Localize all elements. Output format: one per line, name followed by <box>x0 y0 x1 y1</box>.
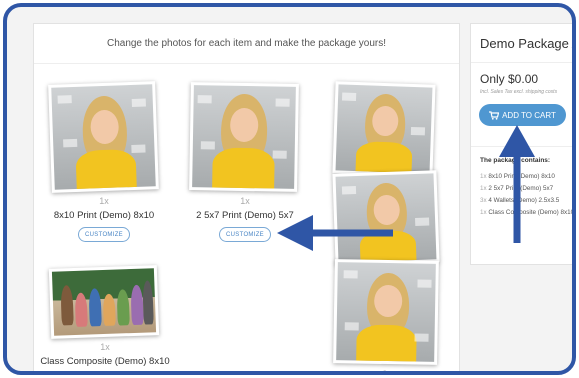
customize-button[interactable]: CUSTOMIZE <box>78 373 130 375</box>
up-arrow-icon <box>499 125 535 243</box>
annotation-arrows <box>277 125 535 251</box>
screenshot-frame: Change the photos for each item and make… <box>3 3 576 375</box>
left-arrow-icon <box>277 215 393 251</box>
